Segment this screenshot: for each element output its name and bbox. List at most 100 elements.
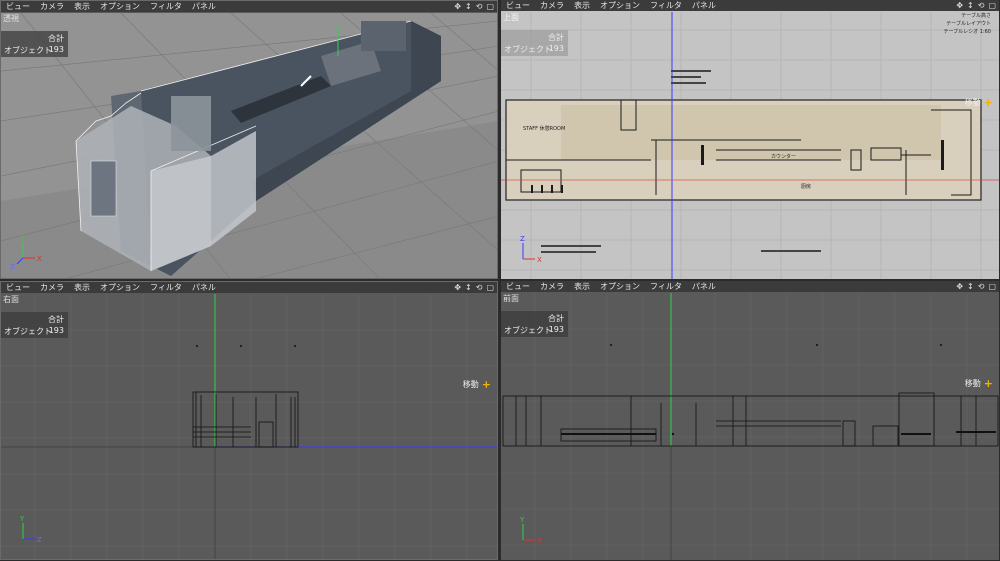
plus-icon: + bbox=[983, 96, 993, 109]
legend-table-layout: テーブルレイアウト bbox=[946, 21, 991, 27]
menu-options[interactable]: オプション bbox=[595, 281, 645, 292]
move-tool-button[interactable]: 移動 + bbox=[965, 377, 993, 390]
maximize-view-icon[interactable]: ▢ bbox=[486, 282, 494, 293]
top-view-scene bbox=[501, 12, 999, 279]
menu-bar: ビュー カメラ 表示 オプション フィルタ パネル ✥ ↕ ⟲ ▢ bbox=[501, 281, 999, 292]
right-viewport[interactable]: ビュー カメラ 表示 オプション フィルタ パネル ✥ ↕ ⟲ ▢ 右面 合計 … bbox=[0, 281, 498, 560]
viewport-name: 透視 bbox=[3, 14, 19, 23]
menu-options[interactable]: オプション bbox=[95, 1, 145, 12]
rotate-view-icon[interactable]: ⟲ bbox=[978, 0, 985, 11]
zoom-view-icon[interactable]: ↕ bbox=[967, 281, 974, 292]
menu-bar: ビュー カメラ 表示 オプション フィルタ パネル ✥ ↕ ⟲ ▢ bbox=[501, 0, 999, 11]
menu-view[interactable]: ビュー bbox=[1, 1, 35, 12]
rotate-view-icon[interactable]: ⟲ bbox=[978, 281, 985, 292]
rotate-view-icon[interactable]: ⟲ bbox=[476, 1, 483, 12]
viewport-tools: ✥ ↕ ⟲ ▢ bbox=[956, 0, 996, 11]
hud-objects-label: オブジェクト bbox=[4, 46, 52, 55]
hud-objects-label: オブジェクト bbox=[504, 45, 552, 54]
menu-display[interactable]: 表示 bbox=[69, 282, 95, 293]
perspective-scene bbox=[1, 12, 497, 278]
plan-legend: テーブル高さ テーブルレイアウト テーブルレシオ 1:60 bbox=[943, 12, 991, 36]
hud-total-label: 合計 bbox=[548, 314, 564, 323]
menu-view[interactable]: ビュー bbox=[501, 281, 535, 292]
move-view-icon[interactable]: ✥ bbox=[454, 1, 461, 12]
plan-label-staff: STAFF 休憩ROOM bbox=[523, 126, 566, 132]
plan-label-kitchen: 厨房 bbox=[801, 184, 812, 190]
svg-text:Z: Z bbox=[37, 536, 42, 544]
svg-text:X: X bbox=[537, 256, 542, 264]
move-view-icon[interactable]: ✥ bbox=[956, 0, 963, 11]
menu-display[interactable]: 表示 bbox=[569, 0, 595, 11]
viewport-tools: ✥ ↕ ⟲ ▢ bbox=[956, 281, 996, 292]
move-label: 移動 bbox=[964, 379, 981, 388]
object-count-hud: 合計 オブジェクト 193 bbox=[501, 30, 568, 56]
viewport-name: 右面 bbox=[3, 295, 19, 304]
zoom-view-icon[interactable]: ↕ bbox=[465, 1, 472, 12]
menu-camera[interactable]: カメラ bbox=[535, 0, 569, 11]
hud-total-label: 合計 bbox=[48, 315, 64, 324]
plus-icon: + bbox=[481, 378, 491, 391]
viewport-name: 上面 bbox=[503, 13, 519, 22]
maximize-view-icon[interactable]: ▢ bbox=[486, 1, 494, 12]
menu-camera[interactable]: カメラ bbox=[35, 282, 69, 293]
zoom-view-icon[interactable]: ↕ bbox=[967, 0, 974, 11]
svg-text:Y: Y bbox=[519, 516, 525, 524]
menu-view[interactable]: ビュー bbox=[501, 0, 535, 11]
maximize-view-icon[interactable]: ▢ bbox=[988, 281, 996, 292]
top-viewport[interactable]: ビュー カメラ 表示 オプション フィルタ パネル ✥ ↕ ⟲ ▢ 上面 合計 … bbox=[501, 0, 999, 279]
hud-objects-label: オブジェクト bbox=[504, 326, 552, 335]
move-tool-button[interactable]: 移動 + bbox=[463, 378, 491, 391]
menu-display[interactable]: 表示 bbox=[569, 281, 595, 292]
menu-panel[interactable]: パネル bbox=[187, 1, 221, 12]
svg-text:Z: Z bbox=[520, 235, 525, 243]
menu-bar: ビュー カメラ 表示 オプション フィルタ パネル ✥ ↕ ⟲ ▢ bbox=[1, 282, 497, 293]
axis-gizmo-icon: Z X bbox=[520, 235, 542, 264]
menu-display[interactable]: 表示 bbox=[69, 1, 95, 12]
front-viewport[interactable]: ビュー カメラ 表示 オプション フィルタ パネル ✥ ↕ ⟲ ▢ 前面 合計 … bbox=[501, 281, 999, 560]
plan-label-counter: カウンター bbox=[771, 154, 797, 160]
menu-panel[interactable]: パネル bbox=[687, 281, 721, 292]
svg-text:Y: Y bbox=[19, 515, 25, 523]
menu-filter[interactable]: フィルタ bbox=[645, 281, 687, 292]
maximize-view-icon[interactable]: ▢ bbox=[988, 0, 996, 11]
hud-objects-label: オブジェクト bbox=[4, 327, 52, 336]
move-view-icon[interactable]: ✥ bbox=[454, 282, 461, 293]
plus-icon: + bbox=[983, 377, 993, 390]
hud-total-label: 合計 bbox=[548, 33, 564, 42]
front-view-scene bbox=[501, 293, 999, 560]
menu-filter[interactable]: フィルタ bbox=[145, 1, 187, 12]
menu-filter[interactable]: フィルタ bbox=[645, 0, 687, 11]
axis-gizmo-icon: Y X Z bbox=[10, 234, 42, 270]
viewport-name: 前面 bbox=[503, 294, 519, 303]
hud-total-label: 合計 bbox=[48, 34, 64, 43]
move-tool-button[interactable]: 移動 + bbox=[965, 96, 993, 109]
legend-table-height: テーブル高さ bbox=[961, 13, 991, 19]
rotate-view-icon[interactable]: ⟲ bbox=[476, 282, 483, 293]
object-count-hud: 合計 オブジェクト 193 bbox=[1, 312, 68, 338]
move-label: 移動 bbox=[462, 380, 479, 389]
viewport-tools: ✥ ↕ ⟲ ▢ bbox=[454, 282, 494, 293]
zoom-view-icon[interactable]: ↕ bbox=[465, 282, 472, 293]
menu-filter[interactable]: フィルタ bbox=[145, 282, 187, 293]
perspective-viewport[interactable]: ビュー カメラ 表示 オプション フィルタ パネル ✥ ↕ ⟲ ▢ 透視 合計 … bbox=[0, 0, 498, 279]
menu-options[interactable]: オプション bbox=[595, 0, 645, 11]
menu-panel[interactable]: パネル bbox=[687, 0, 721, 11]
svg-text:Y: Y bbox=[19, 234, 25, 242]
move-view-icon[interactable]: ✥ bbox=[956, 281, 963, 292]
menu-options[interactable]: オプション bbox=[95, 282, 145, 293]
viewport-tools: ✥ ↕ ⟲ ▢ bbox=[454, 1, 494, 12]
menu-panel[interactable]: パネル bbox=[187, 282, 221, 293]
hud-objects-count: 193 bbox=[548, 44, 564, 53]
axis-gizmo-icon: Y X bbox=[519, 516, 542, 545]
menu-camera[interactable]: カメラ bbox=[35, 1, 69, 12]
axis-gizmo-icon: Y Z bbox=[19, 515, 42, 544]
menu-bar: ビュー カメラ 表示 オプション フィルタ パネル ✥ ↕ ⟲ ▢ bbox=[1, 1, 497, 12]
menu-view[interactable]: ビュー bbox=[1, 282, 35, 293]
svg-text:Z: Z bbox=[10, 263, 15, 270]
menu-camera[interactable]: カメラ bbox=[535, 281, 569, 292]
right-view-scene bbox=[1, 294, 497, 559]
hud-objects-count: 193 bbox=[48, 45, 64, 54]
move-label: 移動 bbox=[964, 98, 981, 107]
svg-text:X: X bbox=[537, 537, 542, 545]
hud-objects-count: 193 bbox=[48, 326, 64, 335]
